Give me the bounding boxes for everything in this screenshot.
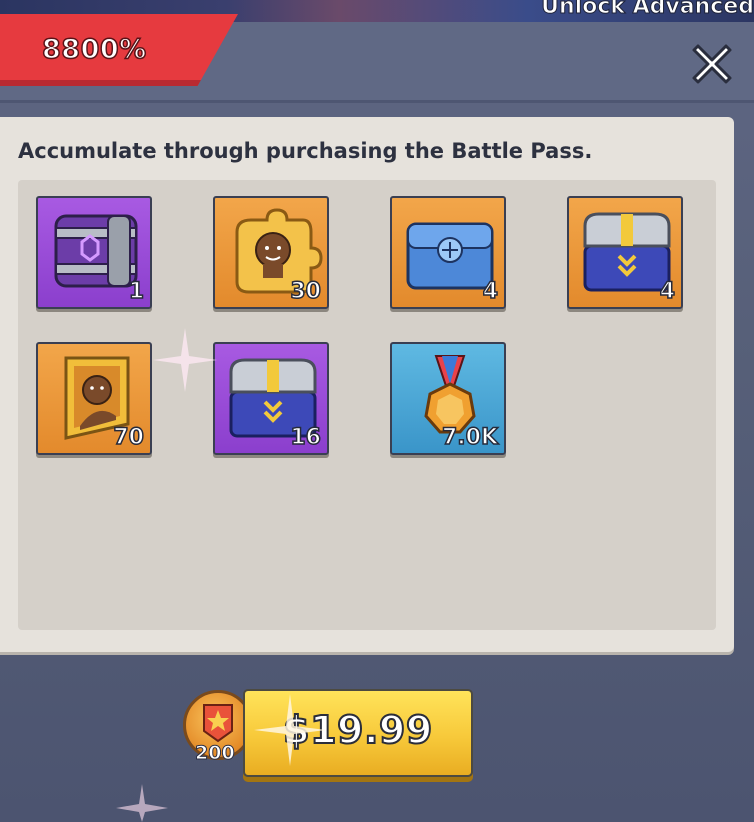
buy-button[interactable]: $19.99 [243, 689, 473, 777]
bonus-percent: 8800% [41, 33, 147, 66]
reward-count: 16 [290, 424, 322, 451]
reward-count: 7.0K [441, 424, 499, 451]
reward-item[interactable]: 1 [36, 196, 152, 309]
background-banner-text: Unlock Advanced [541, 0, 754, 20]
points-count: 200 [195, 742, 236, 765]
reward-item[interactable]: 7.0K [390, 342, 506, 455]
star-medal-icon [203, 704, 233, 743]
reward-item[interactable]: 16 [213, 342, 329, 455]
close-icon [692, 44, 732, 84]
sparkle-effect [116, 784, 168, 822]
reward-count: 1 [128, 278, 145, 305]
panel-title: Accumulate through purchasing the Battle… [18, 139, 593, 163]
close-button[interactable] [686, 38, 738, 90]
reward-item[interactable]: 4 [567, 196, 683, 309]
buy-price: $19.99 [282, 707, 433, 753]
battle-pass-dialog: Unlock Advanced 8800% Accumulate through… [0, 0, 754, 822]
reward-item[interactable]: 4 [390, 196, 506, 309]
reward-count: 70 [113, 424, 145, 451]
reward-count: 4 [659, 278, 676, 305]
reward-item[interactable]: 30 [213, 196, 329, 309]
reward-count: 4 [482, 278, 499, 305]
reward-item[interactable]: 70 [36, 342, 152, 455]
reward-count: 30 [290, 278, 322, 305]
